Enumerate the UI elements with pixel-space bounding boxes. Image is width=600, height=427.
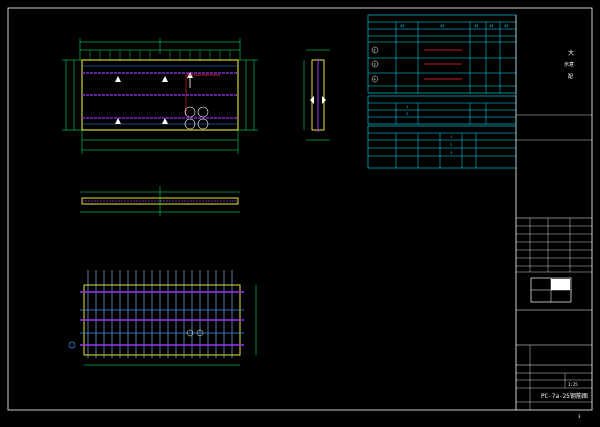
- cad-drawing-canvas: 大 示意 配 PC-7a-25钢筋图 1:25 3 43 43 43 43 43…: [7, 7, 593, 419]
- rebar-table-3: [367, 125, 517, 169]
- rebar-plan-view: [68, 270, 257, 366]
- table1-row-number: 2: [374, 49, 376, 53]
- drawing-frame: [7, 7, 593, 411]
- table1-value: 43: [440, 24, 444, 28]
- title-block: [515, 168, 592, 410]
- table1-value: 43: [489, 24, 493, 28]
- sheet-number: 3: [578, 414, 581, 419]
- table3-value: 2: [450, 143, 452, 147]
- table2-value: 2: [406, 112, 408, 116]
- scale-value: 1:25: [568, 382, 578, 387]
- plan-view: [62, 38, 258, 154]
- table2-value: 1: [406, 105, 408, 109]
- side-note-line1: 大: [568, 49, 574, 57]
- table1-value: 43: [504, 24, 508, 28]
- rebar-table-2: [367, 95, 517, 125]
- table1-value: 43: [474, 24, 478, 28]
- table1-row-number: 4: [374, 78, 376, 82]
- side-note-line3: 配: [568, 74, 573, 80]
- table1-row-number: 3: [374, 63, 376, 67]
- drawing-title: PC-7a-25钢筋图: [541, 392, 588, 400]
- table3-value: 1: [450, 135, 452, 139]
- table1-value: 43: [400, 24, 404, 28]
- side-note-line2: 示意: [564, 61, 574, 68]
- table3-value: 3: [450, 151, 452, 155]
- section-view-side: [303, 49, 330, 141]
- notes-box: [515, 15, 592, 168]
- elevation-view: [80, 186, 240, 216]
